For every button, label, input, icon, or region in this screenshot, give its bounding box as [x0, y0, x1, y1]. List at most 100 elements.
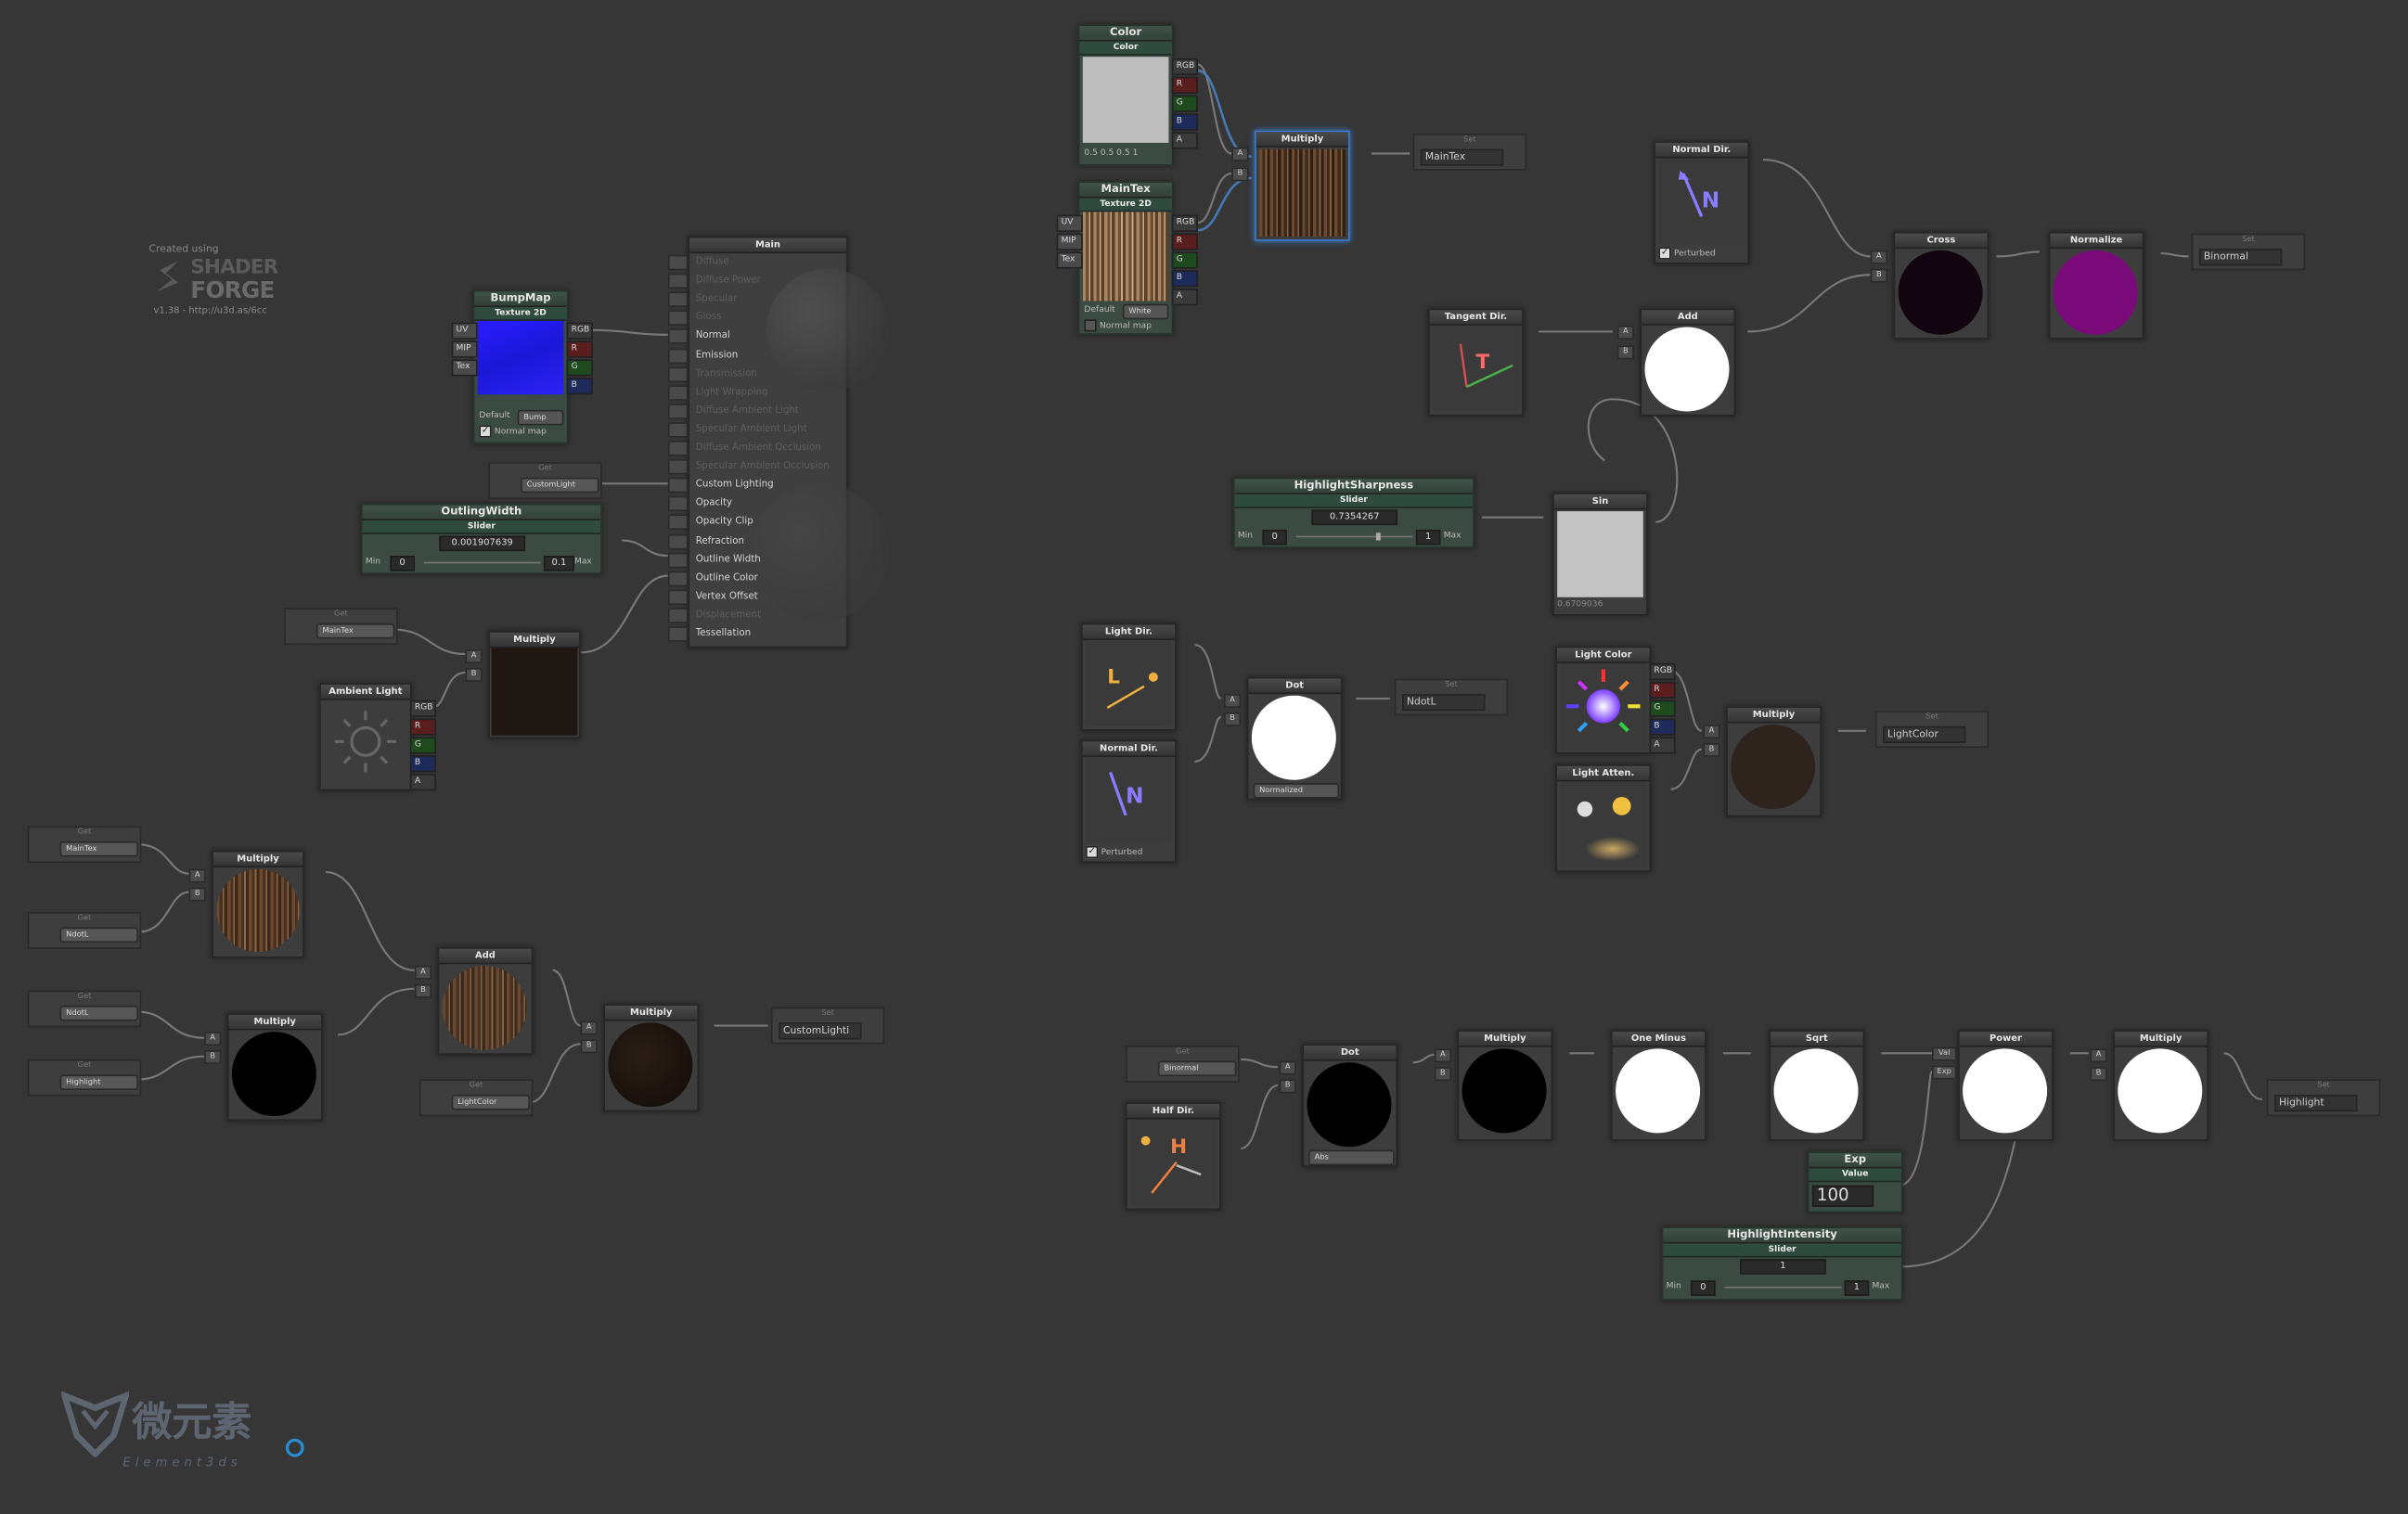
multiply-node[interactable]: Multiply — [226, 1013, 323, 1122]
port-g[interactable]: G — [1171, 251, 1198, 269]
min-field[interactable]: 0 — [1691, 1280, 1716, 1296]
dot-node[interactable]: Dot Normalized — [1246, 676, 1343, 801]
main-input-row[interactable]: Diffuse Ambient Light — [667, 402, 870, 419]
variable-name-field[interactable]: Highlight — [2274, 1095, 2358, 1112]
port-g[interactable]: G — [1649, 699, 1676, 717]
half-dir-node[interactable]: Half Dir. H — [1126, 1102, 1221, 1211]
main-node[interactable]: Main Diffuse Diffuse Power Specular Gloss No… — [667, 236, 890, 648]
input-port[interactable] — [667, 478, 689, 494]
main-input-row[interactable]: Diffuse Ambient Occlusion — [667, 439, 870, 456]
slider-track[interactable] — [1295, 535, 1413, 538]
port-r[interactable]: R — [566, 340, 593, 358]
get-ndotl-node[interactable]: Get NdotL — [27, 990, 142, 1028]
perturbed-checkbox[interactable]: ✓ Perturbed — [1658, 247, 1716, 260]
cross-node[interactable]: Cross — [1893, 231, 1989, 340]
multiply-node[interactable]: Multiply — [603, 1004, 700, 1112]
input-port[interactable] — [667, 347, 689, 364]
input-port[interactable] — [667, 459, 689, 475]
slider-thumb[interactable] — [1375, 532, 1381, 541]
input-port[interactable] — [667, 533, 689, 549]
main-input-row[interactable]: Specular Ambient Light — [667, 420, 870, 438]
variable-dropdown[interactable]: Highlight — [59, 1074, 138, 1091]
port-a[interactable]: A — [1171, 289, 1198, 306]
light-color-node[interactable]: Light Color — [1555, 646, 1652, 754]
normal-dir-node[interactable]: Normal Dir. N ✓ Perturbed — [1654, 141, 1750, 264]
dot-node[interactable]: Dot Abs — [1302, 1044, 1398, 1167]
normal-map-checkbox[interactable]: ✓ Normal map — [479, 425, 547, 438]
multiply-node[interactable]: Multiply — [1457, 1030, 1553, 1141]
slider-value-field[interactable]: 0.001907639 — [439, 535, 526, 552]
input-exp[interactable]: Exp — [1931, 1065, 1957, 1080]
normal-map-checkbox[interactable]: Normal map — [1084, 319, 1152, 332]
normal-dir-node[interactable]: Normal Dir. N ✓ Perturbed — [1081, 739, 1177, 864]
variable-name-field[interactable]: MainTex — [1420, 148, 1504, 166]
dot-mode-dropdown[interactable]: Abs — [1308, 1149, 1395, 1166]
main-input-row[interactable]: Tessellation — [667, 625, 870, 642]
port-g[interactable]: G — [566, 359, 593, 377]
variable-dropdown[interactable]: NdotL — [59, 1006, 138, 1021]
set-binormal-node[interactable]: Set Binormal — [2191, 233, 2306, 271]
set-highlight-node[interactable]: Set Highlight — [2266, 1079, 2381, 1117]
multiply-node-selected[interactable]: Multiply — [1255, 130, 1350, 241]
port-b[interactable]: B — [1171, 113, 1198, 131]
main-input-row[interactable]: Specular Ambient Occlusion — [667, 457, 870, 475]
main-input-row[interactable]: Refraction — [667, 532, 870, 549]
outline-width-node[interactable]: OutlingWidth Slider 0.001907639 Min 0 0.… — [360, 503, 602, 574]
variable-name-field[interactable]: LightColor — [1883, 725, 1966, 744]
port-a[interactable]: A — [1171, 132, 1198, 149]
port-rgb[interactable]: RGB — [1649, 662, 1676, 681]
get-maintex-node[interactable]: Get MainTex — [27, 826, 142, 864]
main-input-row[interactable]: Light Wrapping — [667, 383, 870, 401]
port-mip[interactable]: MIP — [1056, 233, 1083, 250]
add-node[interactable]: Add — [1640, 308, 1736, 417]
port-a[interactable]: A — [1649, 737, 1676, 754]
slider-value-field[interactable]: 0.7354267 — [1311, 509, 1398, 526]
add-node[interactable]: Add — [437, 947, 534, 1055]
input-port[interactable] — [667, 421, 689, 438]
input-port[interactable] — [667, 589, 689, 605]
maintex-node[interactable]: MainTex Texture 2D Default White Normal … — [1077, 181, 1174, 335]
color-node[interactable]: Color Color 0.5 0.5 0.5 1 — [1077, 24, 1174, 166]
input-b[interactable]: B — [188, 887, 206, 902]
perturbed-checkbox[interactable]: ✓ Perturbed — [1086, 845, 1142, 859]
bumpmap-node[interactable]: BumpMap Texture 2D Default Bump ✓ Normal … — [472, 289, 569, 444]
input-port[interactable] — [667, 291, 689, 308]
port-rgb[interactable]: RGB — [409, 699, 437, 717]
main-input-row[interactable]: Outline Color — [667, 569, 870, 586]
input-b[interactable]: B — [1224, 712, 1242, 726]
color-swatch[interactable] — [1082, 57, 1169, 143]
input-a[interactable]: A — [2090, 1048, 2107, 1063]
input-port[interactable] — [667, 515, 689, 531]
main-input-row[interactable]: Transmission — [667, 365, 870, 382]
one-minus-node[interactable]: One Minus — [1611, 1030, 1706, 1141]
input-a[interactable]: A — [1279, 1060, 1296, 1075]
port-mip[interactable]: MIP — [451, 340, 478, 358]
exp-value-node[interactable]: Exp Value 100 — [1807, 1151, 1903, 1213]
input-a[interactable]: A — [204, 1032, 222, 1046]
port-rgb[interactable]: RGB — [1171, 58, 1198, 76]
input-b[interactable]: B — [1616, 345, 1634, 360]
multiply-node[interactable]: Multiply — [1726, 706, 1822, 817]
ambient-light-node[interactable]: Ambient Light — [319, 683, 412, 791]
get-lightcolor-node[interactable]: Get LightColor — [419, 1079, 534, 1117]
input-b[interactable]: B — [1434, 1067, 1451, 1082]
highlight-sharpness-node[interactable]: HighlightSharpness Slider 0.7354267 Min … — [1232, 477, 1474, 548]
input-b[interactable]: B — [465, 667, 483, 682]
port-r[interactable]: R — [1171, 233, 1198, 250]
variable-dropdown[interactable]: NdotL — [59, 927, 138, 943]
input-a[interactable]: A — [188, 868, 206, 883]
main-input-row[interactable]: Custom Lighting — [667, 476, 870, 494]
texture-mode-dropdown[interactable]: Bump — [517, 409, 564, 426]
input-b[interactable]: B — [1279, 1079, 1296, 1094]
input-a[interactable]: A — [580, 1020, 598, 1035]
main-input-row[interactable]: Opacity Clip — [667, 513, 870, 531]
input-b[interactable]: B — [1231, 167, 1249, 182]
max-field[interactable]: 1 — [1844, 1280, 1870, 1296]
main-input-row[interactable]: Vertex Offset — [667, 588, 870, 605]
input-b[interactable]: B — [1703, 743, 1720, 757]
input-b[interactable]: B — [2090, 1067, 2107, 1082]
input-port[interactable] — [667, 571, 689, 586]
variable-dropdown[interactable]: CustomLight — [521, 477, 599, 494]
port-uv[interactable]: UV — [451, 322, 478, 340]
dot-mode-dropdown[interactable]: Normalized — [1253, 783, 1340, 799]
